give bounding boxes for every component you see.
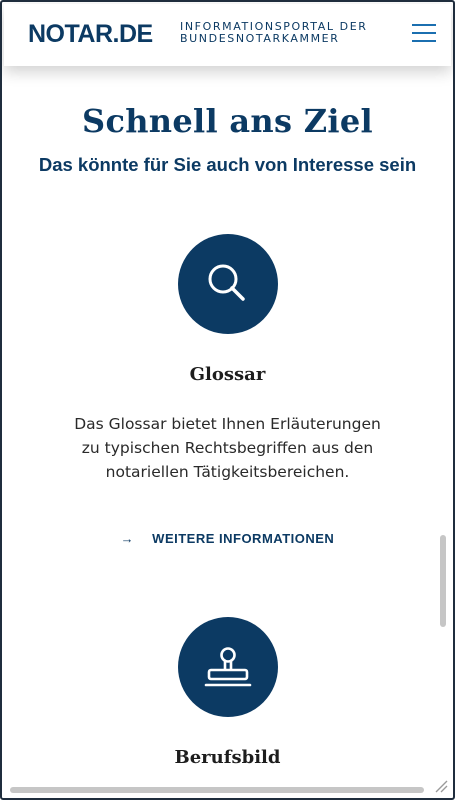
site-header: NOTAR.DE INFORMATIONSPORTAL DER BUNDESNO… [4,4,451,66]
section-subtitle: Das könnte für Sie auch von Interesse se… [38,154,417,175]
menu-bar [412,40,436,42]
card-description-glossar: Das Glossar bietet Ihnen Erläuterungen z… [74,415,381,481]
menu-bar [412,32,436,34]
vertical-scrollbar-thumb[interactable] [440,535,446,627]
arrow-right-icon: → [120,531,135,546]
glossar-icon-circle[interactable] [178,234,278,334]
stamp-icon [204,647,252,687]
hamburger-menu-icon[interactable] [410,22,438,44]
card-title-glossar: Glossar [189,364,266,385]
site-tagline: INFORMATIONSPORTAL DER BUNDESNOTARKAMMER [180,21,368,45]
search-icon [208,264,245,301]
menu-bar [412,24,436,26]
more-info-link[interactable]: → WEITERE INFORMATIONEN [4,531,451,546]
card-title-berufsbild: Berufsbild [174,747,281,768]
tagline-line-2: BUNDESNOTARKAMMER [180,32,340,45]
horizontal-scrollbar-thumb[interactable] [10,787,424,793]
more-info-label: WEITERE INFORMATIONEN [152,531,335,546]
site-logo[interactable]: NOTAR.DE [28,20,153,49]
resize-grip-icon[interactable] [432,777,448,793]
section-title: Schnell ans Ziel [82,102,373,140]
browser-viewport: NOTAR.DE INFORMATIONSPORTAL DER BUNDESNO… [0,0,455,800]
berufsbild-icon-circle[interactable] [178,617,278,717]
